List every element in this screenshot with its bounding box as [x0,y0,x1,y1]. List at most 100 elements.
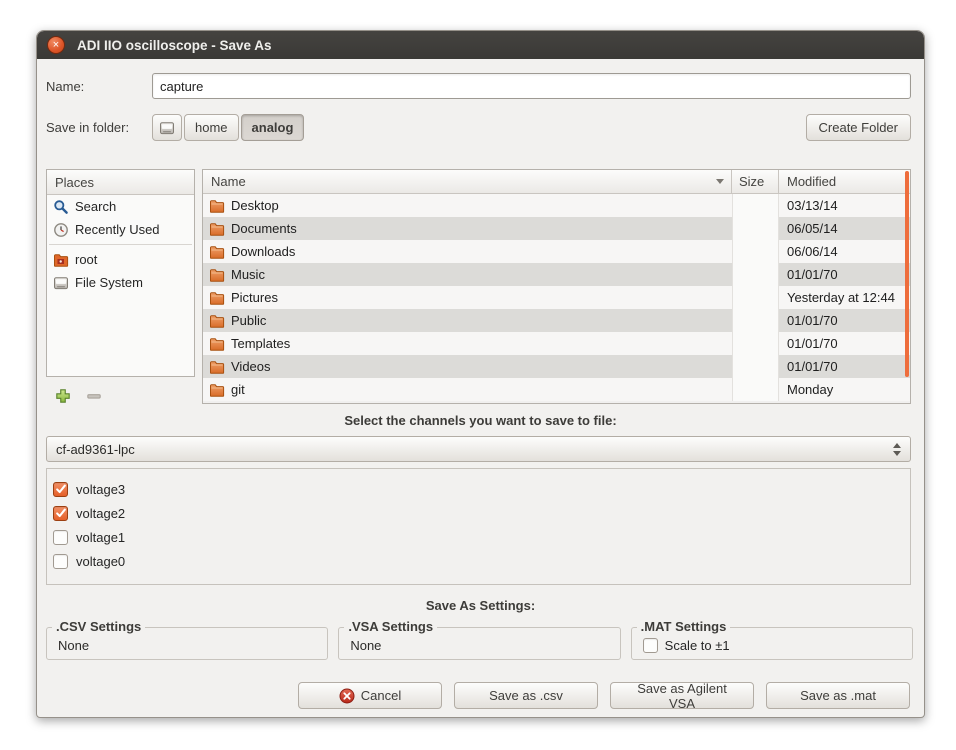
file-list-header: Name Size Modified [203,170,910,194]
save-as-dialog: × ADI IIO oscilloscope - Save As Name: S… [36,30,925,718]
file-modified: 06/06/14 [779,244,910,259]
vsa-settings-title: .VSA Settings [344,619,437,634]
save-in-folder-row: Save in folder: home analog Create Folde… [37,114,924,141]
remove-place-button[interactable] [85,387,103,405]
folder-icon [209,336,225,352]
file-modified: 03/13/14 [779,198,910,213]
file-size [732,194,779,217]
file-row[interactable]: Documents 06/05/14 [203,217,910,240]
file-size [732,217,779,240]
create-folder-button[interactable]: Create Folder [806,114,911,141]
channel-row[interactable]: voltage0 [53,549,910,573]
file-size [732,263,779,286]
drive-icon [159,120,175,136]
action-buttons: Cancel Save as .csv Save as Agilent VSA … [37,682,910,709]
settings-frames: .CSV Settings None .VSA Settings None .M… [46,627,913,660]
mat-settings-title: .MAT Settings [637,619,731,634]
breadcrumb-root-button[interactable] [152,114,182,141]
scale-checkbox[interactable] [643,638,658,653]
file-row[interactable]: Public 01/01/70 [203,309,910,332]
cancel-button[interactable]: Cancel [298,682,442,709]
channel-list: voltage3 voltage2 voltage1 voltage0 [53,477,910,573]
file-name: Pictures [231,290,278,305]
folder-icon [209,244,225,260]
cancel-icon [339,688,355,704]
channel-checkbox[interactable] [53,530,68,545]
places-header[interactable]: Places [47,170,194,195]
vsa-settings-frame: .VSA Settings None [338,627,620,660]
places-item-label: Search [75,199,116,214]
file-modified: 01/01/70 [779,313,910,328]
file-row[interactable]: Downloads 06/06/14 [203,240,910,263]
file-modified: 01/01/70 [779,336,910,351]
places-item[interactable]: Search [47,195,194,218]
channel-checkbox[interactable] [53,482,68,497]
folder-icon [209,359,225,375]
column-header-modified[interactable]: Modified [778,170,910,193]
file-row[interactable]: Desktop 03/13/14 [203,194,910,217]
column-header-name[interactable]: Name [203,170,731,193]
places-item[interactable]: Recently Used [47,218,194,241]
file-name: Desktop [231,198,279,213]
save-mat-button[interactable]: Save as .mat [766,682,910,709]
file-rows: Desktop 03/13/14 Documents 06/05/14 Down… [203,194,910,401]
sort-descending-icon [716,179,724,184]
close-button[interactable]: × [47,36,65,54]
file-name: Music [231,267,265,282]
save-in-folder-label: Save in folder: [46,120,152,135]
file-list-panel: Name Size Modified Desktop 03/13/14 Docu… [202,169,911,404]
channel-row[interactable]: voltage2 [53,501,910,525]
file-modified: 01/01/70 [779,359,910,374]
places-separator [49,244,192,245]
name-label: Name: [46,79,152,94]
filename-input[interactable] [152,73,911,99]
places-item-label: File System [75,275,143,290]
column-header-size[interactable]: Size [731,170,778,193]
places-list: Search Recently Used root File System [47,195,194,294]
device-select-value: cf-ad9361-lpc [56,442,135,457]
file-modified: 01/01/70 [779,267,910,282]
channel-checkbox[interactable] [53,554,68,569]
breadcrumb-analog-button[interactable]: analog [241,114,305,141]
folder-icon [209,221,225,237]
save-vsa-button[interactable]: Save as Agilent VSA [610,682,754,709]
breadcrumb-home-button[interactable]: home [184,114,239,141]
file-size [732,240,779,263]
check-icon [55,483,67,495]
window-title: ADI IIO oscilloscope - Save As [77,38,272,53]
add-place-button[interactable] [54,387,72,405]
places-panel: Places Search Recently Used root File Sy… [46,169,195,377]
channel-label: voltage3 [76,482,125,497]
csv-settings-frame: .CSV Settings None [46,627,328,660]
file-name: Templates [231,336,290,351]
file-modified: 06/05/14 [779,221,910,236]
file-size [732,286,779,309]
file-size [732,355,779,378]
channel-checkbox[interactable] [53,506,68,521]
titlebar[interactable]: × ADI IIO oscilloscope - Save As [37,31,924,59]
file-name: git [231,382,245,397]
csv-settings-title: .CSV Settings [52,619,145,634]
clock-icon [53,222,69,238]
file-row[interactable]: Pictures Yesterday at 12:44 [203,286,910,309]
save-csv-button[interactable]: Save as .csv [454,682,598,709]
file-row[interactable]: Videos 01/01/70 [203,355,910,378]
places-item-label: root [75,252,97,267]
device-select[interactable]: cf-ad9361-lpc [46,436,911,462]
file-row[interactable]: Templates 01/01/70 [203,332,910,355]
places-item[interactable]: File System [47,271,194,294]
vertical-scrollbar[interactable] [905,171,909,377]
save-as-settings-heading: Save As Settings: [37,598,924,613]
file-row[interactable]: git Monday [203,378,910,401]
check-icon [55,507,67,519]
file-name: Downloads [231,244,295,259]
file-row[interactable]: Music 01/01/70 [203,263,910,286]
file-name: Videos [231,359,271,374]
places-item[interactable]: root [47,248,194,271]
file-modified: Monday [779,382,910,397]
mat-settings-frame: .MAT Settings Scale to ±1 [631,627,913,660]
channel-row[interactable]: voltage3 [53,477,910,501]
places-item-label: Recently Used [75,222,160,237]
channel-row[interactable]: voltage1 [53,525,910,549]
vsa-settings-value: None [350,638,381,653]
